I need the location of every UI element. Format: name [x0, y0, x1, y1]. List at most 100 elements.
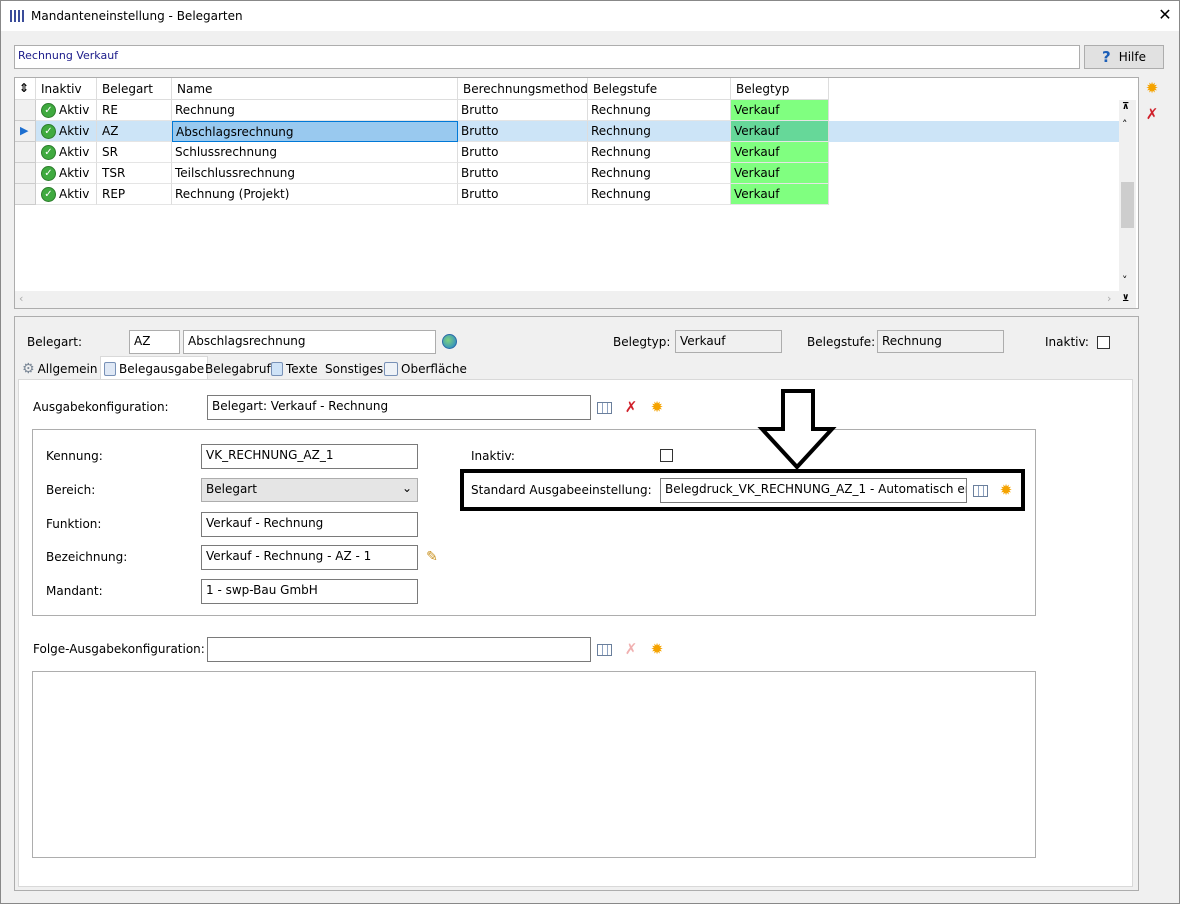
- new-icon[interactable]: ✹: [649, 641, 665, 657]
- check-icon: ✓: [41, 166, 56, 181]
- folge-ausgabekonfiguration-field[interactable]: [207, 637, 591, 662]
- funktion-label: Funktion:: [46, 517, 102, 531]
- check-icon: ✓: [41, 124, 56, 139]
- row-header[interactable]: [15, 184, 36, 205]
- table-cell-typ[interactable]: Verkauf: [731, 184, 829, 205]
- tab-belegabruf[interactable]: Belegabruf: [203, 358, 273, 380]
- ausgabekonfiguration-field[interactable]: Belegart: Verkauf - Rechnung: [207, 395, 591, 420]
- column-header-name[interactable]: Name: [172, 78, 458, 100]
- tab-sonstiges[interactable]: Sonstiges: [323, 358, 385, 380]
- help-question-icon: ?: [1101, 48, 1111, 66]
- table-select-icon[interactable]: [597, 644, 612, 656]
- bezeichnung-label: Bezeichnung:: [46, 550, 128, 564]
- column-header-belegart[interactable]: Belegart: [97, 78, 172, 100]
- table-cell-stufe[interactable]: Rechnung: [588, 121, 731, 142]
- table-cell-typ[interactable]: Verkauf: [731, 100, 829, 121]
- selected-row-fill: [829, 121, 1119, 142]
- table-select-icon[interactable]: [597, 402, 612, 414]
- table-cell-stufe[interactable]: Rechnung: [588, 100, 731, 121]
- inaktiv-checkbox[interactable]: [1097, 336, 1110, 349]
- table-select-icon[interactable]: [973, 485, 988, 497]
- close-icon[interactable]: ✕: [1157, 6, 1173, 24]
- table-cell-inaktiv[interactable]: ✓ Aktiv: [36, 163, 97, 184]
- tab-allgemein[interactable]: ⚙ Allgemein: [20, 358, 99, 380]
- delete-icon[interactable]: ✗: [1144, 106, 1160, 122]
- table-cell-typ[interactable]: Verkauf: [731, 163, 829, 184]
- table-cell-inaktiv[interactable]: ✓ Aktiv: [36, 121, 97, 142]
- inaktiv-checkbox[interactable]: [660, 449, 673, 462]
- new-icon[interactable]: ✹: [649, 399, 665, 415]
- sort-icon[interactable]: ⇕: [15, 78, 36, 100]
- belegart-label: Belegart:: [27, 335, 82, 349]
- kennung-label: Kennung:: [46, 449, 103, 463]
- table-cell-name[interactable]: Rechnung: [172, 100, 458, 121]
- vertical-scrollbar[interactable]: ⊼ ˄ ˅: [1119, 100, 1136, 293]
- table-cell-name[interactable]: Schlussrechnung: [172, 142, 458, 163]
- table-cell-name[interactable]: Rechnung (Projekt): [172, 184, 458, 205]
- standard-ausgabeeinstellung-field[interactable]: Belegdruck_VK_RECHNUNG_AZ_1 - Automatisc…: [660, 478, 967, 503]
- scroll-up-icon[interactable]: ˄: [1122, 118, 1128, 131]
- table-cell-methode[interactable]: Brutto: [458, 121, 588, 142]
- scroll-bottom-icon[interactable]: ⊻: [1119, 291, 1136, 308]
- delete-icon[interactable]: ✗: [623, 399, 639, 415]
- table-cell-methode[interactable]: Brutto: [458, 142, 588, 163]
- form-icon: [384, 362, 398, 376]
- ausgabe-groupbox: [32, 429, 1036, 616]
- scrollbar-thumb[interactable]: [1121, 182, 1134, 228]
- table-cell-stufe[interactable]: Rechnung: [588, 142, 731, 163]
- belegart-name-field[interactable]: Abschlagsrechnung: [183, 330, 436, 354]
- table-cell-stufe[interactable]: Rechnung: [588, 163, 731, 184]
- chevron-down-icon: ⌄: [401, 481, 412, 495]
- table-cell-belegart[interactable]: AZ: [97, 121, 172, 142]
- column-header-belegstufe[interactable]: Belegstufe: [588, 78, 731, 100]
- new-icon[interactable]: ✹: [1144, 80, 1160, 96]
- scroll-top-icon[interactable]: ⊼: [1122, 102, 1129, 112]
- row-header[interactable]: [15, 100, 36, 121]
- kennung-field[interactable]: VK_RECHNUNG_AZ_1: [201, 444, 418, 469]
- table-cell-stufe[interactable]: Rechnung: [588, 184, 731, 205]
- scroll-down-icon[interactable]: ˅: [1122, 274, 1128, 287]
- edit-pencil-icon[interactable]: ✎: [424, 549, 440, 565]
- column-header-berechnungsmethode[interactable]: Berechnungsmethode: [458, 78, 595, 100]
- tab-oberflaeche[interactable]: Oberfläche: [382, 358, 469, 380]
- table-cell-belegart[interactable]: RE: [97, 100, 172, 121]
- table-cell-methode[interactable]: Brutto: [458, 100, 588, 121]
- help-button-label: Hilfe: [1118, 50, 1146, 64]
- bereich-dropdown[interactable]: Belegart ⌄: [201, 478, 418, 502]
- horizontal-scrollbar[interactable]: ‹ ›: [15, 291, 1119, 308]
- mandant-field[interactable]: 1 - swp-Bau GmbH: [201, 579, 418, 604]
- table-cell-belegart[interactable]: REP: [97, 184, 172, 205]
- folge-list-box[interactable]: [32, 671, 1036, 858]
- funktion-field[interactable]: Verkauf - Rechnung: [201, 512, 418, 537]
- table-cell-inaktiv[interactable]: ✓ Aktiv: [36, 142, 97, 163]
- help-button[interactable]: ? Hilfe: [1084, 45, 1164, 69]
- table-cell-methode[interactable]: Brutto: [458, 163, 588, 184]
- scroll-left-icon[interactable]: ‹: [19, 292, 23, 305]
- table-cell-belegart[interactable]: SR: [97, 142, 172, 163]
- belegart-code-field[interactable]: AZ: [129, 330, 180, 354]
- table-cell-typ[interactable]: Verkauf: [731, 121, 829, 142]
- row-header[interactable]: [15, 142, 36, 163]
- table-cell-belegart[interactable]: TSR: [97, 163, 172, 184]
- search-input[interactable]: Rechnung Verkauf: [14, 45, 1080, 69]
- column-header-belegtyp[interactable]: Belegtyp: [731, 78, 829, 100]
- bereich-value: Belegart: [206, 482, 257, 496]
- table-cell-name[interactable]: Abschlagsrechnung: [172, 121, 458, 142]
- bezeichnung-field[interactable]: Verkauf - Rechnung - AZ - 1: [201, 545, 418, 570]
- notepad-icon: [271, 362, 283, 376]
- table-cell-typ[interactable]: Verkauf: [731, 142, 829, 163]
- table-cell-inaktiv[interactable]: ✓ Aktiv: [36, 100, 97, 121]
- tab-belegausgabe[interactable]: Belegausgabe: [100, 356, 209, 381]
- column-header-inaktiv[interactable]: Inaktiv: [36, 78, 97, 100]
- row-header[interactable]: [15, 163, 36, 184]
- table-cell-inaktiv[interactable]: ✓ Aktiv: [36, 184, 97, 205]
- new-icon[interactable]: ✹: [998, 482, 1014, 498]
- check-icon: ✓: [41, 145, 56, 160]
- current-row-arrow-icon[interactable]: ▶: [15, 121, 36, 142]
- globe-icon[interactable]: [442, 334, 457, 349]
- table-cell-methode[interactable]: Brutto: [458, 184, 588, 205]
- scroll-right-icon[interactable]: ›: [1107, 292, 1111, 305]
- table-cell-name[interactable]: Teilschlussrechnung: [172, 163, 458, 184]
- mandant-label: Mandant:: [46, 584, 103, 598]
- tab-texte[interactable]: Texte: [269, 358, 320, 380]
